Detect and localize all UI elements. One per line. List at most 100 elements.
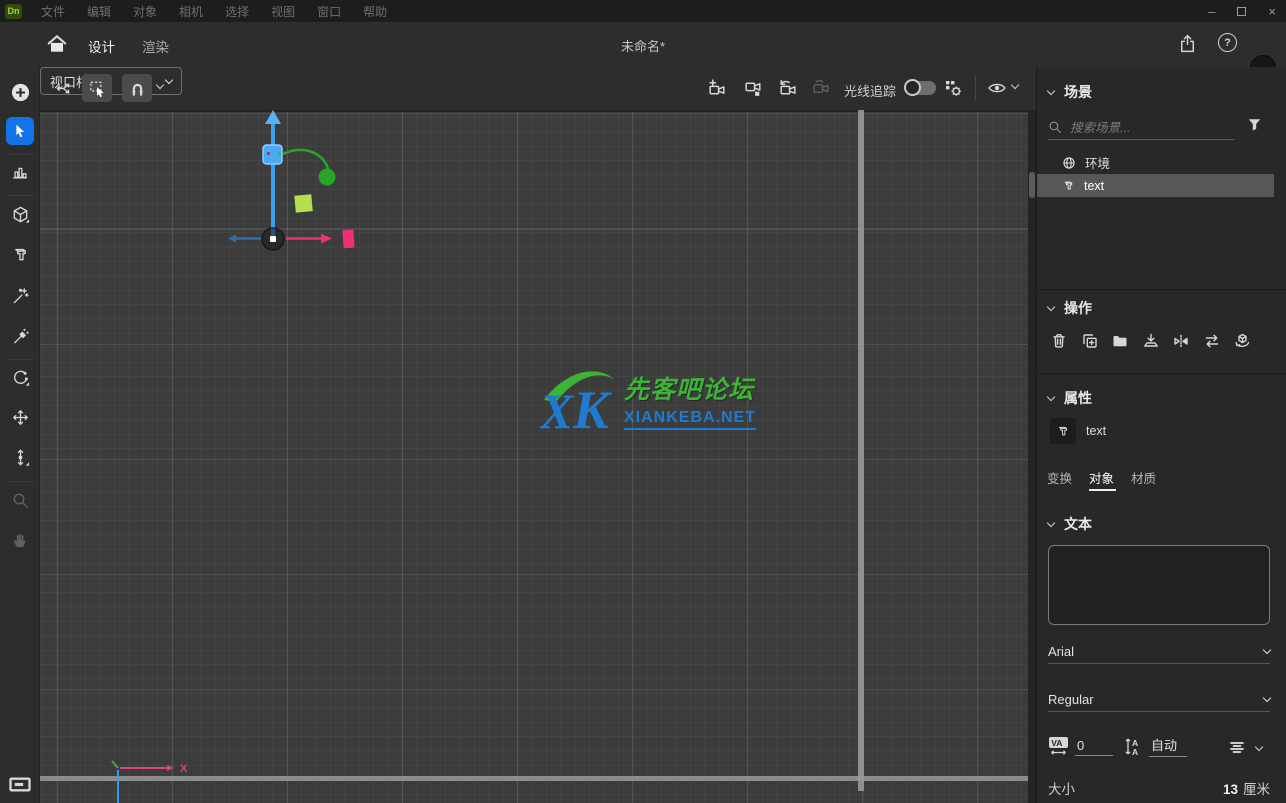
font-family-select[interactable]: Arial (1048, 640, 1270, 664)
gizmo-x-arrow[interactable] (321, 234, 332, 244)
move-tool-button[interactable] (48, 74, 78, 102)
marquee-select-icon (88, 79, 107, 98)
add-content-button[interactable] (6, 78, 34, 106)
group-button[interactable] (1111, 330, 1129, 352)
app-header: 设计 渲染 未命名* ? (0, 22, 1286, 67)
chevron-down-icon (1047, 86, 1055, 94)
ground-plane-toggle[interactable] (6, 770, 34, 798)
tracking-field[interactable]: VA 0 (1048, 736, 1113, 756)
text-section-header[interactable]: 文本 (1048, 514, 1092, 534)
render-preview-settings-button[interactable] (938, 74, 968, 102)
dolly-camera-tool[interactable] (6, 443, 34, 471)
text-content-input[interactable] (1048, 545, 1270, 625)
scene-item-environment[interactable]: 环境 (1037, 151, 1274, 174)
menu-camera[interactable]: 相机 (168, 3, 214, 20)
rotate-3d-button[interactable] (1233, 330, 1251, 352)
delete-button[interactable] (1050, 330, 1068, 352)
size-value-field[interactable]: 13厘米 (1223, 778, 1270, 798)
tracking-value[interactable]: 0 (1075, 738, 1113, 756)
tab-transform[interactable]: 变换 (1047, 468, 1072, 487)
pan-camera-tool[interactable] (6, 403, 34, 431)
tab-material[interactable]: 材质 (1131, 468, 1156, 487)
mirror-button[interactable] (1172, 330, 1190, 352)
zoom-camera-tool[interactable] (6, 486, 34, 514)
drop-to-ground-icon (1142, 332, 1160, 350)
scene-item-text[interactable]: text (1037, 174, 1274, 197)
actions-section-title: 操作 (1064, 298, 1092, 318)
ray-tracing-toggle[interactable] (906, 81, 936, 95)
magic-wand-tool[interactable] (6, 282, 34, 310)
select-tool[interactable] (6, 117, 34, 145)
view-options-chevron-icon[interactable] (1011, 81, 1019, 89)
chevron-down-icon (1047, 518, 1055, 526)
window-close-button[interactable]: × (1268, 4, 1276, 19)
properties-section-header[interactable]: 属性 (1048, 388, 1092, 408)
scene-search-input[interactable]: 搜索场景... (1048, 114, 1234, 140)
text-align-select[interactable] (1228, 739, 1262, 757)
window-minimize-button[interactable]: – (1208, 4, 1215, 19)
watermark-logo: X K (540, 364, 618, 436)
line-height-field[interactable]: A A 自动 (1124, 735, 1187, 757)
help-button[interactable]: ? (1218, 33, 1237, 52)
font-style-select[interactable]: Regular (1048, 688, 1270, 712)
orbit-camera-tool[interactable] (6, 363, 34, 391)
axis-x-label: X (180, 763, 188, 775)
camera-disabled-button[interactable] (806, 74, 836, 102)
move-arrows-icon (54, 79, 73, 98)
menu-window[interactable]: 窗口 (306, 3, 352, 20)
tab-object[interactable]: 对象 (1089, 468, 1114, 487)
watermark-en-text: XIANKEBA.NET (624, 409, 756, 430)
chevron-down-icon (1263, 646, 1271, 654)
share-icon (1177, 33, 1198, 54)
revert-camera-button[interactable] (772, 74, 802, 102)
replace-button[interactable] (1203, 330, 1221, 352)
dolly-icon (11, 448, 30, 467)
cube-icon (11, 205, 30, 224)
selection-gizmo[interactable]: X (40, 110, 1036, 803)
sampler-tool[interactable] (6, 322, 34, 350)
gizmo-rotate-handle[interactable] (319, 169, 336, 186)
gizmo-scale-handle[interactable] (294, 194, 312, 212)
line-height-value[interactable]: 自动 (1149, 735, 1187, 757)
text-3d-icon (1056, 424, 1070, 438)
magnet-snap-button[interactable] (122, 74, 152, 102)
hand-camera-tool[interactable] (6, 526, 34, 554)
menu-file[interactable]: 文件 (30, 3, 76, 20)
world-axis-indicator: X (112, 761, 188, 803)
menu-edit[interactable]: 编辑 (76, 3, 122, 20)
window-maximize-button[interactable] (1237, 7, 1246, 16)
bookmark-camera-button[interactable] (738, 74, 768, 102)
menu-help[interactable]: 帮助 (352, 3, 398, 20)
scene-section-header[interactable]: 场景 (1048, 82, 1092, 102)
menu-select[interactable]: 选择 (214, 3, 260, 20)
render-settings-icon (943, 78, 963, 98)
help-icon: ? (1224, 37, 1231, 49)
canvas-scrollbar[interactable] (1028, 110, 1036, 803)
camera-add-icon (707, 78, 728, 99)
toggle-knob (904, 79, 921, 96)
svg-text:K: K (572, 380, 613, 436)
rotate-3d-cube-icon (1233, 332, 1251, 350)
actions-section-header[interactable]: 操作 (1048, 298, 1092, 318)
scene-item-label: text (1084, 179, 1104, 193)
marquee-select-button[interactable] (82, 74, 112, 102)
camera-disabled-icon (811, 78, 832, 99)
orbit-icon (11, 368, 30, 387)
text-3d-tool[interactable] (6, 240, 34, 268)
add-camera-button[interactable] (702, 74, 732, 102)
svg-text:A: A (1132, 747, 1138, 757)
view-options-button[interactable] (982, 74, 1012, 102)
menu-view[interactable]: 视图 (260, 3, 306, 20)
text-3d-icon (11, 245, 30, 264)
gizmo-x-handle[interactable] (342, 230, 354, 249)
primitive-cube-tool[interactable] (6, 200, 34, 228)
drop-to-ground-button[interactable] (1142, 330, 1160, 352)
section-divider (1037, 289, 1286, 290)
duplicate-button[interactable] (1081, 330, 1099, 352)
gizmo-y-arrow[interactable] (265, 110, 281, 124)
scene-filter-button[interactable] (1246, 116, 1263, 133)
share-button[interactable] (1177, 33, 1198, 54)
canvas-scrollbar-thumb[interactable] (1029, 172, 1035, 198)
menu-object[interactable]: 对象 (122, 3, 168, 20)
scene-objects-tool[interactable] (6, 158, 34, 186)
